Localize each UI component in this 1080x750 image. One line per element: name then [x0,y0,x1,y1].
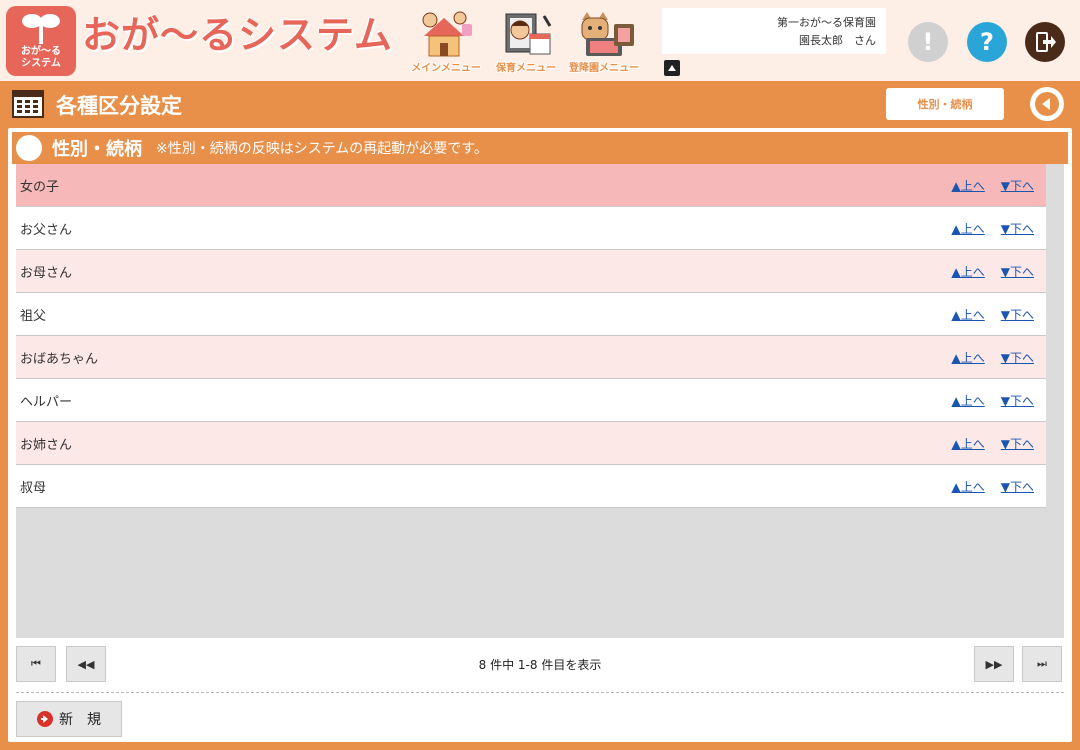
move-up-link[interactable]: ▲上へ [952,435,985,452]
move-up-link[interactable]: ▲上へ [952,392,985,409]
help-button[interactable]: ? [967,22,1007,62]
item-label: 叔母 [20,480,47,496]
move-down-link[interactable]: ▼下へ [1001,306,1034,323]
nav-childcare-menu[interactable]: 保育メニュー [490,8,562,74]
list-item[interactable]: 叔母 ▲上へ ▼下へ [16,465,1046,508]
page-title: 各種区分設定 [56,94,182,118]
arrow-right-circle-icon [37,711,53,727]
item-label: お母さん [20,265,73,281]
user-info: 第一おが〜る保育園 園長太郎 さん [662,8,886,54]
logo-text-line1: おが〜る [21,46,61,57]
chevron-left-icon [1035,92,1059,116]
last-page-icon: ⏭ [1037,657,1047,670]
move-down-link[interactable]: ▼下へ [1001,478,1034,495]
move-up-link[interactable]: ▲上へ [952,478,985,495]
pagination: 8 件中 1-8 件目を表示 ⏮ ◀◀ ▶▶ ⏭ [16,646,1064,686]
back-button[interactable] [1030,87,1064,121]
circle-icon [16,135,42,161]
nav-attendance-menu[interactable]: 登降園メニュー [568,8,640,74]
calendar-list-icon [12,90,44,118]
move-up-link[interactable]: ▲上へ [952,349,985,366]
prev-page-icon: ◀◀ [77,657,95,671]
main-panel: 性別・続柄 ※性別・続柄の反映はシステムの再起動が必要です。 女の子 ▲上へ ▼… [8,128,1072,742]
move-down-link[interactable]: ▼下へ [1001,435,1034,452]
sprout-icon [22,14,60,44]
childcare-calendar-icon [505,13,552,55]
item-label: お父さん [20,222,73,238]
question-icon: ? [980,28,994,56]
app-header: おが〜る システム おが〜るシステム メインメニュー 保育メニュー 登降園メニュ… [0,0,1080,82]
exclamation-icon: ! [922,28,934,56]
triangle-up-icon [668,65,676,71]
item-label: お姉さん [20,437,73,453]
nav-childcare-menu-label: 保育メニュー [496,63,556,74]
logo-text-line2: システム [21,58,61,69]
move-up-link[interactable]: ▲上へ [952,220,985,237]
next-page-button[interactable]: ▶▶ [974,646,1014,682]
logout-button[interactable] [1025,22,1065,62]
logout-icon [1036,32,1056,52]
section-note: ※性別・続柄の反映はシステムの再起動が必要です。 [156,141,488,157]
house-family-icon [422,11,472,57]
app-logo[interactable]: おが〜る システム [6,6,76,76]
move-down-link[interactable]: ▼下へ [1001,349,1034,366]
list-item[interactable]: お父さん ▲上へ ▼下へ [16,207,1046,250]
nav-main-menu[interactable]: メインメニュー [410,8,482,74]
move-up-link[interactable]: ▲上へ [952,177,985,194]
item-label: おばあちゃん [20,351,99,367]
item-label: 祖父 [20,308,47,324]
item-label: ヘルパー [20,394,73,410]
divider [16,692,1064,693]
list-item[interactable]: お姉さん ▲上へ ▼下へ [16,422,1046,465]
pager-info: 8 件中 1-8 件目を表示 [478,658,602,672]
next-page-icon: ▶▶ [985,657,1003,671]
section-header: 性別・続柄 ※性別・続柄の反映はシステムの再起動が必要です。 [12,132,1068,164]
new-item-button[interactable]: 新 規 [16,701,122,737]
list-item[interactable]: 女の子 ▲上へ ▼下へ [16,164,1046,207]
tab-gender-relationship[interactable]: 性別・続柄 [886,88,1004,120]
app-title: おが〜るシステム [82,13,393,57]
move-up-link[interactable]: ▲上へ [952,306,985,323]
first-page-icon: ⏮ [31,657,41,670]
move-down-link[interactable]: ▼下へ [1001,392,1034,409]
nav-main-menu-label: メインメニュー [411,63,481,74]
list-item[interactable]: おばあちゃん ▲上へ ▼下へ [16,336,1046,379]
move-up-link[interactable]: ▲上へ [952,263,985,280]
new-item-label: 新 規 [59,712,101,728]
move-down-link[interactable]: ▼下へ [1001,177,1034,194]
move-down-link[interactable]: ▼下へ [1001,263,1034,280]
item-list[interactable]: 女の子 ▲上へ ▼下へ お父さん ▲上へ ▼下へ お母さん ▲上へ ▼下へ 祖父… [16,164,1064,638]
title-bar: 各種区分設定 性別・続柄 [0,82,1080,126]
cat-tablet-icon [581,12,634,56]
prev-page-button[interactable]: ◀◀ [66,646,106,682]
list-item[interactable]: ヘルパー ▲上へ ▼下へ [16,379,1046,422]
section-title: 性別・続柄 [52,139,142,160]
facility-name: 第一おが〜る保育園 [777,16,876,29]
move-down-link[interactable]: ▼下へ [1001,220,1034,237]
item-label: 女の子 [20,179,60,195]
collapse-header-button[interactable] [664,60,680,76]
last-page-button[interactable]: ⏭ [1022,646,1062,682]
alert-button[interactable]: ! [908,22,948,62]
user-name: 園長太郎 さん [799,34,876,47]
nav-attendance-menu-label: 登降園メニュー [569,63,639,74]
list-item[interactable]: 祖父 ▲上へ ▼下へ [16,293,1046,336]
first-page-button[interactable]: ⏮ [16,646,56,682]
list-item[interactable]: お母さん ▲上へ ▼下へ [16,250,1046,293]
